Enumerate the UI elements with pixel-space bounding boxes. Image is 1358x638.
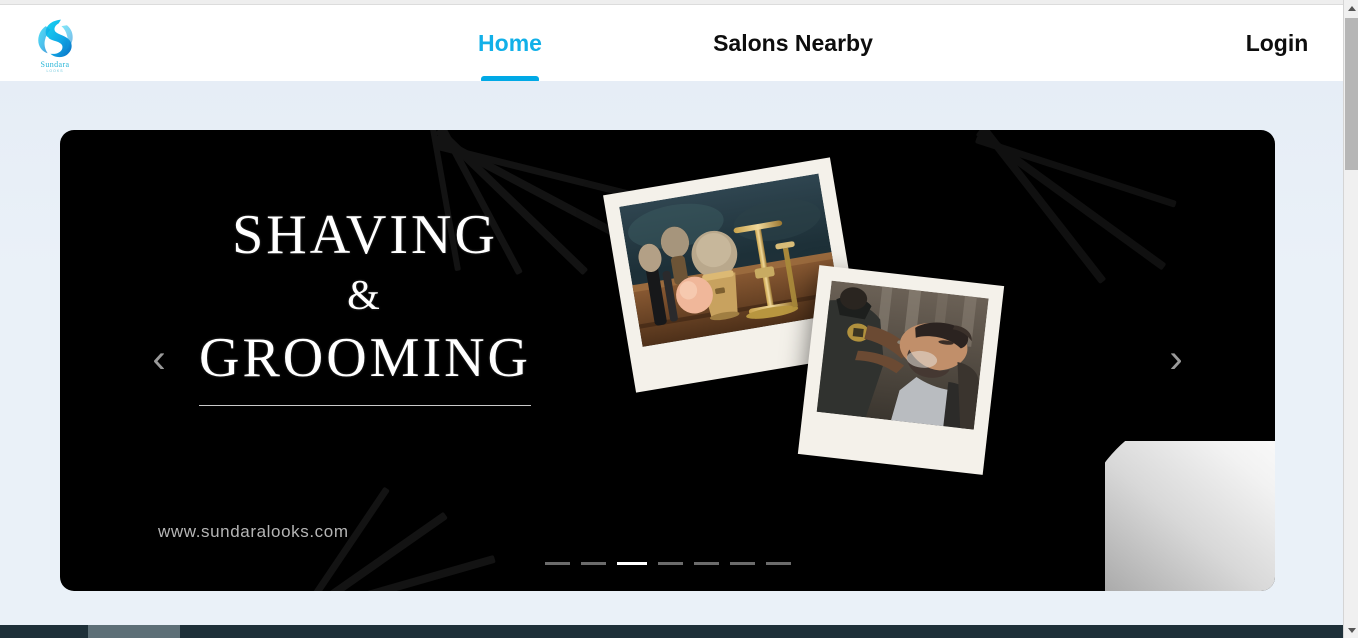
page-root: Sundara LOOKS Home Salons Nearby Login S… <box>0 0 1358 638</box>
page-curl-effect <box>1105 441 1275 591</box>
vertical-scrollbar-thumb[interactable] <box>1345 18 1358 170</box>
nav-item-salons-nearby[interactable]: Salons Nearby <box>690 6 896 81</box>
nav-item-login[interactable]: Login <box>1222 6 1332 81</box>
carousel-dot-2[interactable] <box>580 562 606 565</box>
hero-headline: SHAVING & GROOMING <box>155 205 575 406</box>
scroll-down-arrow-icon[interactable] <box>1344 622 1358 638</box>
headline-line-2: & <box>347 273 383 319</box>
carousel-dot-5[interactable] <box>693 562 719 565</box>
headline-line-1: SHAVING <box>232 204 498 266</box>
vertical-scrollbar[interactable] <box>1343 0 1358 638</box>
site-header: Sundara LOOKS Home Salons Nearby Login <box>0 6 1343 83</box>
shaving-kit-photo <box>619 173 842 347</box>
carousel-dot-4[interactable] <box>657 562 683 565</box>
hero-site-url: www.sundaralooks.com <box>158 522 349 541</box>
carousel-dot-6[interactable] <box>729 562 755 565</box>
headline-divider <box>199 405 531 406</box>
scroll-up-arrow-icon[interactable] <box>1344 0 1358 16</box>
carousel-dot-1[interactable] <box>544 562 570 565</box>
headline-line-3: GROOMING <box>199 327 531 389</box>
carousel-dot-7[interactable] <box>765 562 791 565</box>
horizontal-scrollbar-thumb[interactable] <box>88 625 180 638</box>
carousel-dot-3[interactable] <box>616 562 647 565</box>
browser-top-strip <box>0 0 1343 5</box>
carousel-next-arrow[interactable]: › <box>1161 337 1191 385</box>
hero-photo-barber-shave <box>797 265 1005 475</box>
barber-shave-photo <box>816 280 989 430</box>
horizontal-scrollbar[interactable] <box>0 625 1343 638</box>
hero-section: SHAVING & GROOMING www.sundaralooks.com <box>0 81 1343 625</box>
hero-carousel-slide: SHAVING & GROOMING www.sundaralooks.com <box>60 130 1275 591</box>
carousel-indicators <box>60 562 1275 565</box>
nav-item-home[interactable]: Home <box>455 6 565 81</box>
carousel-prev-arrow[interactable]: ‹ <box>144 337 174 385</box>
primary-nav: Home Salons Nearby Login <box>0 6 1343 83</box>
